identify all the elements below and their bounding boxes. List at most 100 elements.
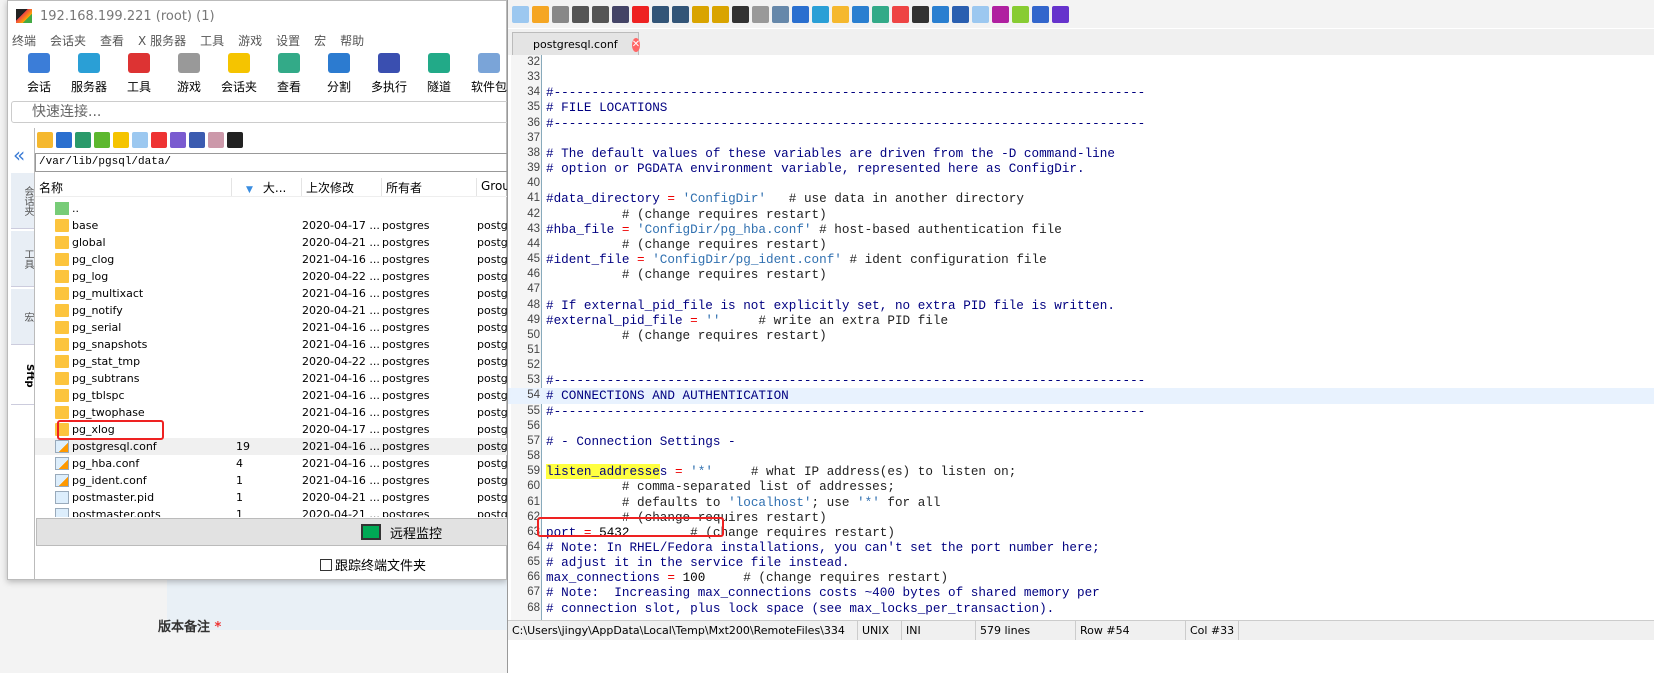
file-row[interactable]: postmaster.opts 1 2020-04-21 ... postgres po… <box>35 506 509 517</box>
sftp-tool-icon[interactable] <box>94 132 110 148</box>
column-size[interactable]: ▼ 大... <box>232 178 302 196</box>
path-input[interactable]: /var/lib/pgsql/data/ <box>35 153 509 172</box>
editor-tool-icon[interactable] <box>1012 5 1029 23</box>
editor-tool-icon[interactable] <box>512 5 529 23</box>
sftp-tool-icon[interactable] <box>189 132 205 148</box>
editor-tool-icon[interactable] <box>1032 5 1049 23</box>
toolbar-button[interactable]: 服务器 <box>64 53 114 95</box>
code-line: 36 #-------------------------------------… <box>508 116 1654 131</box>
file-row[interactable]: pg_multixact2021-04-16 ...postgrespostgr… <box>35 285 509 302</box>
editor-tool-icon[interactable] <box>772 5 789 23</box>
editor-tool-icon[interactable] <box>912 5 929 23</box>
menu-item[interactable]: X 服务器 <box>138 32 186 49</box>
sftp-tool-icon[interactable] <box>113 132 129 148</box>
editor-tool-icon[interactable] <box>552 5 569 23</box>
side-tab[interactable]: 宏 <box>11 289 35 345</box>
editor-tool-icon[interactable] <box>532 5 549 23</box>
menu-item[interactable]: 工具 <box>200 32 224 49</box>
toolbar-icon <box>128 53 150 73</box>
toolbar-button[interactable]: 查看 <box>264 53 314 95</box>
file-row[interactable]: pg_subtrans2021-04-16 ...postgrespostgre… <box>35 370 509 387</box>
editor-tool-icon[interactable] <box>672 5 689 23</box>
sftp-tool-icon[interactable] <box>151 132 167 148</box>
file-row[interactable]: pg_stat_tmp2020-04-22 ...postgrespostgre… <box>35 353 509 370</box>
menu-item[interactable]: 设置 <box>276 32 300 49</box>
toolbar-button[interactable]: 工具 <box>114 53 164 95</box>
toolbar-button[interactable]: 会话夹 <box>214 53 264 95</box>
editor-tool-icon[interactable] <box>972 5 989 23</box>
file-name: pg_multixact <box>35 287 232 300</box>
toolbar-button[interactable]: 隧道 <box>414 53 464 95</box>
toolbar-icon <box>428 53 450 73</box>
file-row[interactable]: pg_notify2020-04-21 ...postgrespostgres <box>35 302 509 319</box>
editor-tool-icon[interactable] <box>872 5 889 23</box>
editor-tool-icon[interactable] <box>1052 5 1069 23</box>
editor-tool-icon[interactable] <box>632 5 649 23</box>
file-row[interactable]: base2020-04-17 ...postgrespostgres <box>35 217 509 234</box>
editor-tool-icon[interactable] <box>732 5 749 23</box>
menu-item[interactable]: 帮助 <box>340 32 364 49</box>
column-owner[interactable]: 所有者 <box>382 178 477 196</box>
side-tab[interactable]: 工具 <box>11 231 35 287</box>
file-row[interactable]: global2020-04-21 ...postgrespostgres <box>35 234 509 251</box>
file-row[interactable]: pg_log2020-04-22 ...postgrespostgres <box>35 268 509 285</box>
editor-tool-icon[interactable] <box>952 5 969 23</box>
sftp-tool-icon[interactable] <box>170 132 186 148</box>
file-row[interactable]: .. <box>35 200 509 217</box>
sftp-tool-icon[interactable] <box>56 132 72 148</box>
toolbar-button[interactable]: 分割 <box>314 53 364 95</box>
menu-item[interactable]: 宏 <box>314 32 326 49</box>
follow-terminal-checkbox[interactable]: 跟踪终端文件夹 <box>320 555 426 574</box>
file-row[interactable]: pg_hba.conf42021-04-16 ...postgrespostgr… <box>35 455 509 472</box>
file-row[interactable]: pg_clog2021-04-16 ...postgrespostgres <box>35 251 509 268</box>
editor-tool-icon[interactable] <box>692 5 709 23</box>
file-row[interactable]: pg_ident.conf 1 2021-04-16 ... postgres post… <box>35 472 509 489</box>
side-tab[interactable]: Sftp <box>11 347 35 405</box>
code-line: 33 <box>508 70 1654 85</box>
menu-item[interactable]: 终端 <box>12 32 36 49</box>
editor-tool-icon[interactable] <box>592 5 609 23</box>
file-row[interactable]: pg_twophase2021-04-16 ...postgrespostgre… <box>35 404 509 421</box>
editor-tool-icon[interactable] <box>832 5 849 23</box>
sftp-tool-icon[interactable] <box>208 132 224 148</box>
editor-tool-icon[interactable] <box>712 5 729 23</box>
column-name[interactable]: 名称 <box>35 178 232 196</box>
sftp-tool-icon[interactable] <box>227 132 243 148</box>
sftp-tool-icon[interactable] <box>132 132 148 148</box>
file-name: pg_log <box>35 270 232 283</box>
file-row[interactable]: pg_snapshots2021-04-16 ...postgrespostgr… <box>35 336 509 353</box>
quick-connect-input[interactable]: 快速连接... <box>11 101 511 123</box>
editor-tool-icon[interactable] <box>652 5 669 23</box>
file-row[interactable]: pg_serial2021-04-16 ...postgrespostgres <box>35 319 509 336</box>
editor-tool-icon[interactable] <box>852 5 869 23</box>
toolbar-button[interactable]: 会话 <box>14 53 64 95</box>
editor-tool-icon[interactable] <box>572 5 589 23</box>
collapse-sidebar-icon[interactable]: « <box>13 143 25 167</box>
file-row[interactable]: postgresql.conf 19 2021-04-16 ... postgres p… <box>35 438 509 455</box>
editor-tool-icon[interactable] <box>792 5 809 23</box>
editor-tool-icon[interactable] <box>892 5 909 23</box>
close-tab-icon[interactable]: ✕ <box>631 37 641 52</box>
side-tab[interactable]: 会话夹 <box>11 173 35 229</box>
checkbox-icon[interactable] <box>320 558 332 571</box>
toolbar-button[interactable]: 游戏 <box>164 53 214 95</box>
editor-tool-icon[interactable] <box>992 5 1009 23</box>
toolbar-button[interactable]: 多执行 <box>364 53 414 95</box>
file-row[interactable]: pg_tblspc2021-04-16 ...postgrespostgres <box>35 387 509 404</box>
remote-monitor-button[interactable]: 远程监控 <box>36 518 508 546</box>
editor-tool-icon[interactable] <box>752 5 769 23</box>
editor-tool-icon[interactable] <box>812 5 829 23</box>
code-area[interactable]: 32 33 34 #---------------------------------… <box>508 55 1654 620</box>
sftp-tool-icon[interactable] <box>75 132 91 148</box>
column-modified[interactable]: 上次修改 <box>302 178 382 196</box>
file-row[interactable]: postmaster.pid 1 2020-04-21 ... postgres pos… <box>35 489 509 506</box>
editor-tool-icon[interactable] <box>932 5 949 23</box>
column-group[interactable]: Group <box>477 178 509 196</box>
menu-item[interactable]: 会话夹 <box>50 32 86 49</box>
menu-item[interactable]: 查看 <box>100 32 124 49</box>
tab-postgresql-conf[interactable]: postgresql.conf ✕ <box>512 32 641 56</box>
sftp-tool-icon[interactable] <box>37 132 53 148</box>
editor-tool-icon[interactable] <box>612 5 629 23</box>
token-str: 'ConfigDir' <box>682 191 767 207</box>
menu-item[interactable]: 游戏 <box>238 32 262 49</box>
